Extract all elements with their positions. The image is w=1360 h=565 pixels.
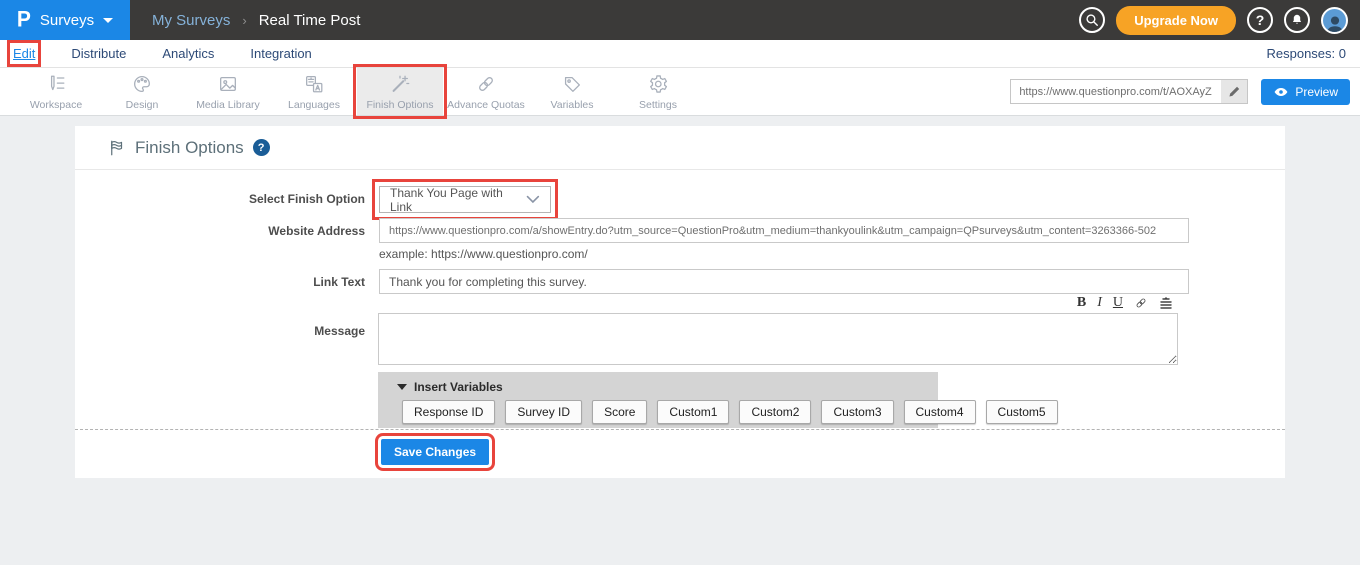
search-button[interactable] bbox=[1079, 7, 1105, 33]
format-toolbar: B I U bbox=[1077, 296, 1173, 310]
link-text-label: Link Text bbox=[145, 275, 365, 289]
variable-survey-id[interactable]: Survey ID bbox=[505, 400, 582, 424]
breadcrumb-survey-name: Real Time Post bbox=[259, 12, 361, 29]
finish-option-select[interactable]: Thank You Page with Link bbox=[379, 186, 551, 213]
website-address-input[interactable] bbox=[379, 218, 1189, 243]
help-icon[interactable]: ? bbox=[253, 139, 270, 156]
top-header: P Surveys My Surveys › Real Time Post Up… bbox=[0, 0, 1360, 40]
italic-button[interactable]: I bbox=[1097, 296, 1102, 310]
toolbar-item-settings[interactable]: Settings bbox=[615, 68, 701, 115]
languages-icon bbox=[303, 73, 325, 95]
edit-url-button[interactable] bbox=[1221, 80, 1247, 103]
toolbar-item-variables[interactable]: Variables bbox=[529, 68, 615, 115]
person-icon bbox=[1325, 14, 1345, 32]
settings-gear-icon bbox=[647, 73, 669, 95]
tab-analytics[interactable]: Analytics bbox=[162, 46, 214, 61]
variable-buttons: Response ID Survey ID Score Custom1 Cust… bbox=[378, 394, 938, 424]
variable-custom4[interactable]: Custom4 bbox=[904, 400, 976, 424]
toolbar-right: Preview bbox=[1010, 68, 1360, 115]
page-title: Finish Options bbox=[135, 138, 244, 158]
question-mark-icon: ? bbox=[1256, 12, 1265, 28]
eye-icon bbox=[1273, 86, 1289, 98]
website-address-label: Website Address bbox=[145, 224, 365, 238]
variable-custom5[interactable]: Custom5 bbox=[986, 400, 1058, 424]
align-lines-icon bbox=[1159, 296, 1173, 310]
workspace-icon bbox=[45, 73, 67, 95]
preview-button[interactable]: Preview bbox=[1261, 79, 1350, 105]
breadcrumb-my-surveys[interactable]: My Surveys bbox=[152, 12, 230, 29]
save-changes-button[interactable]: Save Changes bbox=[381, 439, 489, 465]
insert-link-button[interactable] bbox=[1134, 296, 1148, 310]
edit-toolbar: Workspace Design Media Library Languages… bbox=[0, 68, 1360, 116]
link-icon bbox=[1134, 296, 1148, 310]
upgrade-now-button[interactable]: Upgrade Now bbox=[1116, 6, 1236, 35]
message-label: Message bbox=[145, 324, 365, 338]
survey-url-field bbox=[1010, 79, 1248, 104]
questionpro-logo: P bbox=[17, 7, 31, 32]
tab-distribute[interactable]: Distribute bbox=[71, 46, 126, 61]
variable-custom1[interactable]: Custom1 bbox=[657, 400, 729, 424]
insert-variables-label: Insert Variables bbox=[414, 380, 503, 394]
survey-nav: Edit Distribute Analytics Integration Re… bbox=[0, 40, 1360, 68]
variable-custom3[interactable]: Custom3 bbox=[821, 400, 893, 424]
align-button[interactable] bbox=[1159, 296, 1173, 310]
bold-button[interactable]: B bbox=[1077, 296, 1086, 310]
variable-score[interactable]: Score bbox=[592, 400, 647, 424]
toolbar-items: Workspace Design Media Library Languages… bbox=[0, 68, 701, 115]
insert-variables-header[interactable]: Insert Variables bbox=[378, 372, 938, 394]
variable-response-id[interactable]: Response ID bbox=[402, 400, 495, 424]
variables-tag-icon bbox=[561, 73, 583, 95]
section-divider bbox=[75, 429, 1285, 430]
variable-custom2[interactable]: Custom2 bbox=[739, 400, 811, 424]
media-library-icon bbox=[217, 73, 239, 95]
finish-option-value: Thank You Page with Link bbox=[390, 186, 526, 214]
header-actions: Upgrade Now ? bbox=[1079, 6, 1360, 35]
underline-button[interactable]: U bbox=[1113, 296, 1123, 310]
advance-quotas-links-icon bbox=[475, 73, 497, 95]
toolbar-item-finish-options[interactable]: Finish Options bbox=[357, 68, 443, 115]
panel-header: Finish Options ? bbox=[75, 126, 1285, 170]
breadcrumb-separator: › bbox=[242, 13, 246, 28]
finish-options-wand-icon bbox=[389, 73, 411, 95]
chevron-down-icon bbox=[526, 195, 540, 204]
finish-options-panel: Finish Options ? Select Finish Option Th… bbox=[75, 126, 1285, 478]
tab-integration[interactable]: Integration bbox=[250, 46, 311, 61]
chevron-down-icon bbox=[103, 18, 113, 23]
finish-option-label: Select Finish Option bbox=[145, 192, 365, 206]
link-text-input[interactable] bbox=[379, 269, 1189, 294]
toolbar-item-advance-quotas[interactable]: Advance Quotas bbox=[443, 68, 529, 115]
toolbar-item-workspace[interactable]: Workspace bbox=[13, 68, 99, 115]
search-icon bbox=[1085, 13, 1099, 27]
responses-count[interactable]: Responses: 0 bbox=[1267, 46, 1360, 61]
notifications-button[interactable] bbox=[1284, 7, 1310, 33]
user-avatar[interactable] bbox=[1321, 7, 1348, 34]
pencil-icon bbox=[1228, 85, 1241, 98]
help-button[interactable]: ? bbox=[1247, 7, 1273, 33]
insert-variables-panel: Insert Variables Response ID Survey ID S… bbox=[378, 372, 938, 428]
breadcrumb: My Surveys › Real Time Post bbox=[152, 12, 360, 29]
collapse-caret-icon bbox=[397, 384, 407, 390]
product-name: Surveys bbox=[40, 12, 94, 29]
toolbar-item-media-library[interactable]: Media Library bbox=[185, 68, 271, 115]
design-palette-icon bbox=[131, 73, 153, 95]
product-switcher[interactable]: P Surveys bbox=[0, 0, 130, 40]
tab-edit[interactable]: Edit bbox=[13, 46, 35, 61]
preview-label: Preview bbox=[1295, 85, 1338, 99]
toolbar-item-languages[interactable]: Languages bbox=[271, 68, 357, 115]
website-address-hint: example: https://www.questionpro.com/ bbox=[379, 247, 588, 261]
bell-icon bbox=[1290, 13, 1304, 27]
survey-url-input[interactable] bbox=[1010, 79, 1248, 104]
message-textarea[interactable] bbox=[378, 313, 1178, 365]
toolbar-item-design[interactable]: Design bbox=[99, 68, 185, 115]
flag-icon bbox=[108, 139, 126, 157]
nav-tabs: Edit Distribute Analytics Integration bbox=[0, 46, 312, 61]
